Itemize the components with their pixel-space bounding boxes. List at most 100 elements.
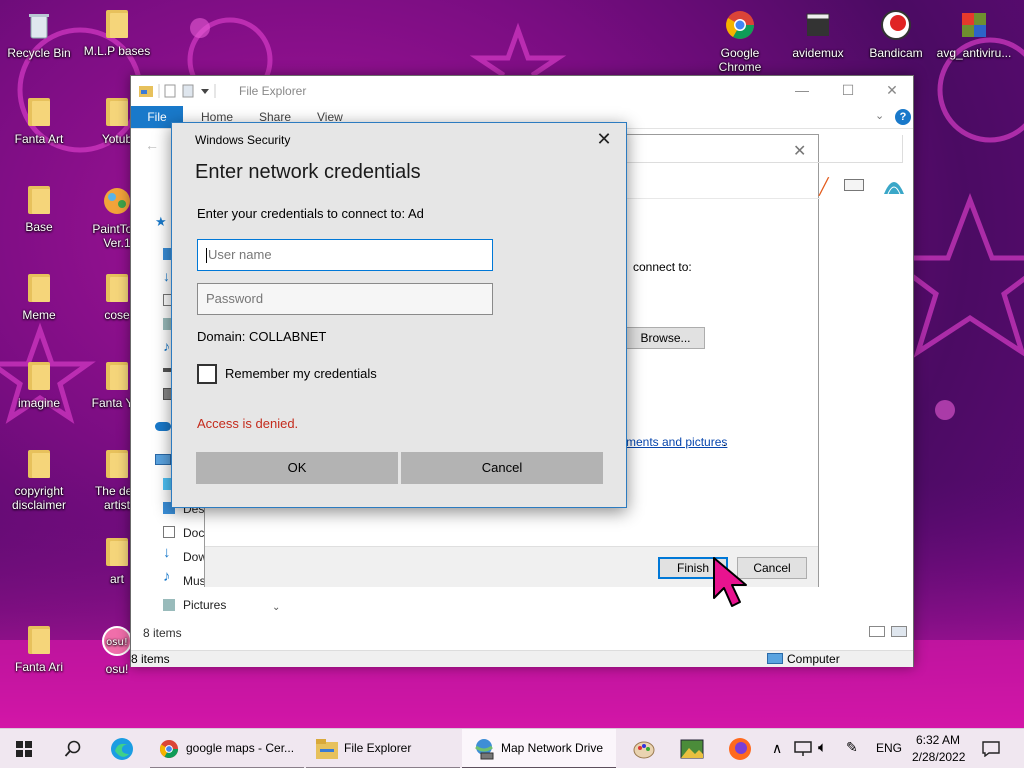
desktop-icon-bandicam[interactable]: Bandicam [858, 8, 934, 60]
this-pc-icon [155, 454, 171, 465]
folder-icon [106, 10, 128, 38]
desktop-icon-recycle-bin[interactable]: Recycle Bin [1, 8, 77, 60]
remember-credentials-label[interactable]: Remember my credentials [225, 366, 377, 381]
desktop-icon-fanta-ari[interactable]: Fanta Ari [1, 624, 77, 674]
system-tray: ∧ 🔈︎ ✎ ENG 6:32 AM 2/28/2022 [770, 729, 1024, 768]
mouse-pointer-icon [713, 557, 747, 607]
status-computer: Computer [787, 652, 840, 666]
maximize-button[interactable]: ☐ [825, 76, 871, 106]
help-icon[interactable]: ? [895, 109, 911, 125]
firefox-icon[interactable] [728, 737, 752, 761]
documents-pictures-link[interactable]: ments and pictures [626, 435, 727, 449]
desktop-icon-google-chrome[interactable]: Google Chrome [702, 8, 778, 74]
explorer-status-bar: 8 items Computer [131, 650, 913, 667]
dialog-heading: Enter network credentials [195, 161, 421, 183]
folder-icon [106, 538, 128, 566]
windows-security-dialog[interactable]: Windows Security ✕ Enter network credent… [171, 122, 627, 508]
details-view-icon[interactable] [869, 626, 885, 637]
search-icon[interactable] [64, 740, 82, 758]
desktop-icon-avg-antivirus[interactable]: avg_antiviru... [936, 8, 1012, 60]
folder-icon [106, 98, 128, 126]
mail-icon [844, 179, 864, 191]
recycle-bin-icon [29, 14, 49, 39]
scroll-down-icon[interactable]: ⌄ [272, 602, 280, 613]
text-caret [206, 248, 207, 264]
taskbar: google maps - Cer... File Explorer Map N… [0, 728, 1024, 768]
taskbar-item-chrome[interactable]: google maps - Cer... [150, 729, 304, 768]
connect-prompt: Enter your credentials to connect to: Ad [197, 206, 424, 221]
close-button[interactable]: ✕ [869, 76, 915, 106]
password-input[interactable]: Password [197, 283, 493, 315]
chevron-up-icon[interactable]: ∧ [772, 740, 782, 757]
quick-access-toolbar[interactable] [139, 84, 229, 101]
avidemux-icon [806, 13, 830, 36]
computer-icon [767, 653, 783, 664]
pen-icon[interactable]: ✎ [846, 739, 858, 756]
minimize-button[interactable]: — [779, 76, 825, 106]
folder-icon [106, 274, 128, 302]
sidebar-item-music[interactable]: Mus [183, 571, 206, 591]
chrome-icon [159, 739, 179, 759]
notifications-icon[interactable] [982, 741, 1000, 757]
paint-icon[interactable] [632, 737, 656, 761]
desktop-icon-meme[interactable]: Meme [1, 272, 77, 322]
folder-icon [106, 450, 128, 478]
ok-button[interactable]: OK [196, 452, 398, 484]
back-arrow-icon[interactable]: ← [145, 137, 159, 153]
quick-access-star-icon[interactable]: ★ [155, 214, 167, 230]
dialog-close-icon[interactable]: ✕ [592, 129, 616, 151]
folder-icon [28, 274, 50, 302]
osu-icon: osu! [102, 626, 132, 656]
cancel-button[interactable]: Cancel [401, 452, 603, 484]
desktop-icon-base[interactable]: Base [1, 184, 77, 234]
remember-credentials-checkbox[interactable] [197, 364, 217, 384]
clock-time[interactable]: 6:32 AM [916, 733, 960, 747]
large-icons-view-icon[interactable] [891, 626, 907, 637]
music-folder-icon: ♪ [163, 568, 171, 585]
folder-icon [28, 626, 50, 654]
edge-icon[interactable] [110, 737, 134, 761]
documents-folder-icon [163, 526, 175, 538]
volume-icon[interactable]: 🔈︎ [818, 739, 827, 756]
desktop-icon-mlp-bases[interactable]: M.L.P bases [79, 8, 155, 58]
desktop-icon-imagine[interactable]: imagine [1, 360, 77, 410]
ribbon-expand-icon[interactable]: ⌄ [875, 109, 884, 122]
wizard-toolbar: ╱ [625, 175, 829, 199]
chrome-icon [726, 11, 754, 39]
network-icon[interactable] [794, 741, 812, 757]
password-placeholder: Password [206, 291, 264, 306]
language-indicator[interactable]: ENG [876, 741, 902, 755]
username-input[interactable]: User name [197, 239, 493, 271]
quick-access-icons [139, 84, 216, 98]
clock-date[interactable]: 2/28/2022 [912, 750, 965, 764]
edit-icon: ╱ [819, 179, 829, 196]
sidebar-item-pictures[interactable]: Pictures [183, 595, 226, 615]
folder-icon [28, 450, 50, 478]
taskbar-item-file-explorer[interactable]: File Explorer [306, 729, 460, 768]
domain-label: Domain: COLLABNET [197, 329, 327, 344]
link-period: . [723, 435, 727, 449]
taskbar-label-file-explorer: File Explorer [344, 741, 412, 755]
desktop-icon-avidemux[interactable]: avidemux [780, 8, 856, 60]
explorer-title-bar[interactable]: File Explorer — ☐ ✕ [131, 76, 913, 106]
photos-icon[interactable] [680, 737, 704, 761]
shell-icon [884, 182, 904, 195]
error-message: Access is denied. [197, 416, 299, 431]
desktop-icon-copyright-disclaimer[interactable]: copyright disclaimer [1, 448, 77, 512]
item-count: 8 items [143, 626, 182, 640]
desktop-icon-fanta-art[interactable]: Fanta Art [1, 96, 77, 146]
downloads-folder-icon: ↓ [163, 544, 171, 561]
wizard-address-field [625, 135, 903, 163]
dialog-caption: Windows Security [195, 133, 291, 147]
folder-icon [28, 98, 50, 126]
bandicam-icon [881, 10, 911, 40]
connect-to-text: connect to: [633, 260, 692, 274]
folder-icon [28, 362, 50, 390]
taskbar-item-map-network-drive[interactable]: Map Network Drive [462, 729, 616, 768]
browse-button[interactable]: Browse... [626, 327, 705, 349]
explorer-title: File Explorer [239, 84, 307, 98]
file-explorer-icon [316, 739, 338, 759]
avg-antivirus-icon [962, 13, 986, 37]
windows-start-icon[interactable] [16, 741, 32, 757]
folder-icon [106, 362, 128, 390]
